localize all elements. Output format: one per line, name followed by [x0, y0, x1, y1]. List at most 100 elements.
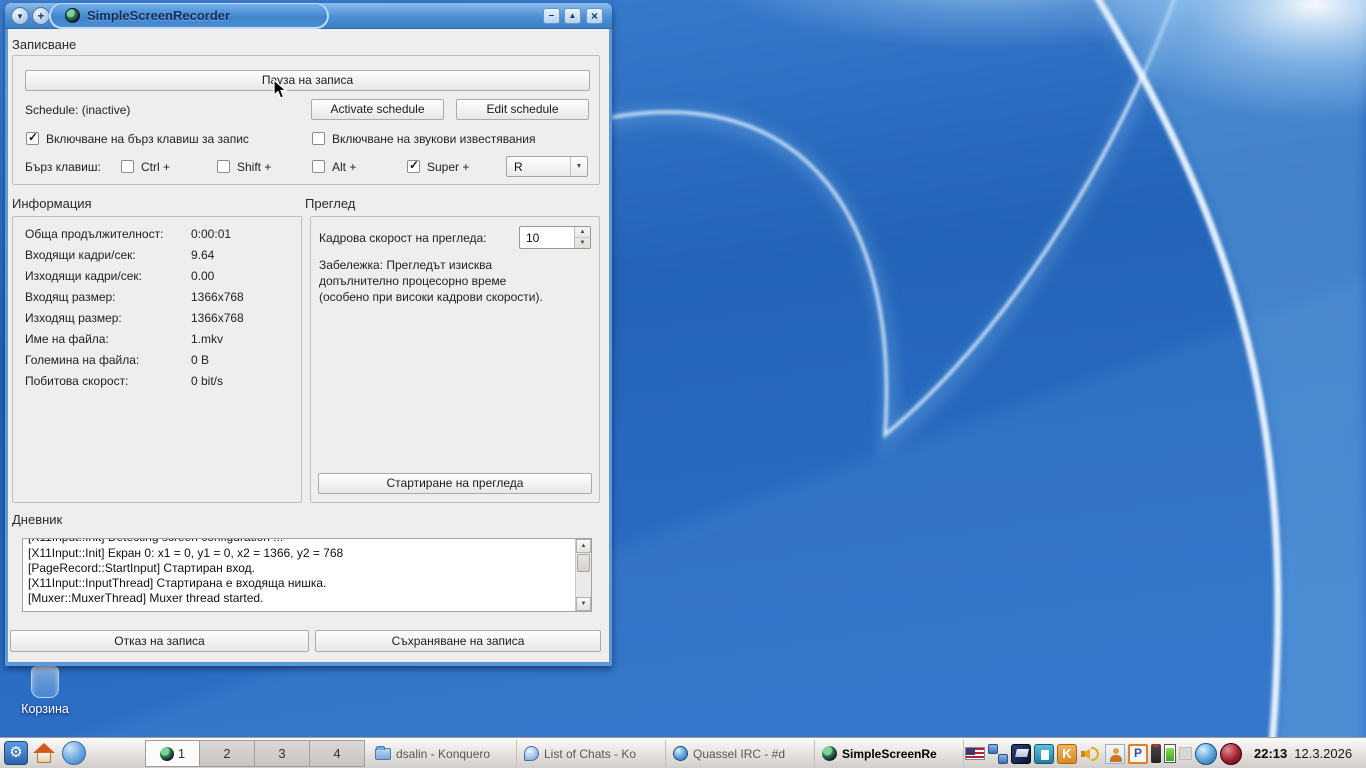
check-icon: ✓ [28, 130, 38, 144]
activate-schedule-button[interactable]: Activate schedule [311, 99, 444, 120]
info-label: Име на файла: [25, 332, 109, 346]
keyboard-layout-us-icon[interactable] [965, 747, 985, 760]
hotkey-key-combobox[interactable]: R ▼ [506, 156, 588, 177]
taskbar: ⚙ 1 2 3 4 dsalin - Konquero List of Chat… [0, 737, 1366, 768]
virtual-desktop-pager: 1 2 3 4 [145, 740, 365, 767]
log-scrollbar[interactable]: ▲ ▼ [575, 539, 591, 611]
preview-note-line: (особено при високи кадрови скорости). [319, 290, 543, 304]
battery-dark-icon[interactable] [1151, 744, 1161, 763]
close-icon: × [591, 9, 598, 23]
ctrl-label: Ctrl + [141, 160, 170, 174]
info-label: Обща продължителност: [25, 227, 163, 241]
edit-schedule-button[interactable]: Edit schedule [456, 99, 589, 120]
system-tray: K P [965, 738, 1242, 769]
task-quassel[interactable]: Quassel IRC - #d [666, 740, 815, 767]
task-konqueror[interactable]: dsalin - Konquero [368, 740, 517, 767]
information-section-title: Информация [12, 196, 92, 211]
record-indicator-icon[interactable] [1220, 743, 1242, 765]
desktop-2-cell[interactable]: 2 [200, 740, 255, 767]
preview-framerate-label: Кадрова скорост на прегледа: [319, 231, 487, 245]
super-label: Super + [427, 160, 469, 174]
cancel-recording-button[interactable]: Отказ на записа [10, 630, 309, 652]
scroll-up-button[interactable]: ▲ [576, 539, 591, 553]
plus-icon: + [37, 9, 44, 23]
inactive-tray-icon[interactable] [1179, 747, 1192, 760]
desktop-1-cell[interactable]: 1 [145, 740, 200, 767]
sound-notifications-checkbox[interactable] [312, 132, 325, 145]
terminal-icon[interactable] [1011, 744, 1031, 764]
app-icon [65, 8, 80, 23]
trash-desktop-icon[interactable]: Корзина [14, 666, 76, 716]
task-simplescreenrecorder[interactable]: SimpleScreenRe [815, 740, 964, 767]
quassel-icon [673, 746, 688, 761]
quassel-orb-icon[interactable] [1195, 743, 1217, 765]
task-chats[interactable]: List of Chats - Ko [517, 740, 666, 767]
shift-label: Shift + [237, 160, 271, 174]
check-icon: ✓ [409, 158, 419, 172]
shade-icon: ▲ [569, 11, 577, 20]
log-textarea[interactable]: [X11Input::Init] Detecting screen config… [22, 538, 592, 612]
chevron-down-icon: ▼ [16, 12, 24, 21]
chat-icon [524, 746, 539, 761]
preview-framerate-spinbox[interactable]: 10 ▲ ▼ [519, 226, 591, 249]
info-value: 0.00 [191, 269, 214, 283]
battery-green-icon[interactable] [1164, 744, 1176, 763]
shade-button[interactable]: ▲ [564, 8, 581, 24]
scroll-down-button[interactable]: ▼ [576, 597, 591, 611]
desktop-number: 1 [178, 746, 185, 761]
home-icon-body [37, 752, 51, 763]
app-icon-mini [822, 746, 837, 761]
framerate-value: 10 [526, 231, 539, 245]
preview-note-line: Забележка: Прегледът изисква [319, 258, 492, 272]
home-folder-button[interactable] [32, 741, 56, 765]
window-menu-button[interactable]: ▼ [11, 7, 29, 25]
desktop-3-cell[interactable]: 3 [255, 740, 310, 767]
log-line: [X11Input::InputThread] Стартирана е вхо… [28, 576, 326, 591]
hotkey-enable-label: Включване на бърз клавиш за запис [46, 132, 249, 146]
clipboard-icon[interactable] [1034, 744, 1054, 764]
info-label: Изходящ размер: [25, 311, 122, 325]
spin-down-button[interactable]: ▼ [575, 238, 590, 249]
shift-checkbox[interactable] [217, 160, 230, 173]
start-preview-button[interactable]: Стартиране на прегледа [318, 473, 592, 494]
alt-checkbox[interactable] [312, 160, 325, 173]
info-label: Изходящи кадри/сек: [25, 269, 142, 283]
organizer-icon[interactable]: K [1057, 744, 1077, 764]
titlebar-capsule: SimpleScreenRecorder [49, 3, 329, 29]
hotkey-key-value: R [514, 160, 523, 174]
volume-icon[interactable] [1080, 744, 1102, 764]
window-pin-button[interactable]: + [32, 7, 50, 25]
recording-section-title: Записване [12, 37, 76, 52]
info-label: Входящи кадри/сек: [25, 248, 136, 262]
taskbar-clock[interactable]: 22:13 12.3.2026 [1254, 738, 1352, 769]
hotkey-row-label: Бърз клавиш: [25, 160, 101, 174]
desktop-4-cell[interactable]: 4 [310, 740, 365, 767]
save-recording-button[interactable]: Съхраняване на записа [315, 630, 601, 652]
information-groupbox: Обща продължителност: 0:00:01 Входящи ка… [12, 216, 302, 503]
hotkey-enable-checkbox[interactable]: ✓ [26, 132, 39, 145]
task-label: Quassel IRC - #d [693, 747, 785, 761]
spin-up-button[interactable]: ▲ [575, 227, 590, 238]
preview-note-line: допълнително процесорно време [319, 274, 506, 288]
close-button[interactable]: × [586, 8, 603, 24]
trash-icon [31, 666, 59, 698]
show-desktop-button[interactable] [62, 741, 86, 765]
app-icon-mini [160, 747, 174, 761]
user-session-icon[interactable] [1105, 744, 1125, 764]
simplescreenrecorder-window: ▼ + SimpleScreenRecorder – ▲ × Записване… [5, 3, 612, 666]
network-monitor-icon[interactable] [988, 744, 1008, 764]
info-label: Побитова скорост: [25, 374, 128, 388]
window-titlebar[interactable]: ▼ + SimpleScreenRecorder – ▲ × [5, 3, 612, 29]
kmenu-button[interactable]: ⚙ [4, 741, 28, 765]
ctrl-checkbox[interactable] [121, 160, 134, 173]
recording-groupbox: Пауза на записа Schedule: (inactive) Act… [12, 55, 600, 185]
super-checkbox[interactable]: ✓ [407, 160, 420, 173]
window-content: Записване Пауза на записа Schedule: (ina… [8, 29, 609, 662]
minimize-button[interactable]: – [543, 8, 560, 24]
mouse-cursor [273, 79, 287, 100]
task-label: SimpleScreenRe [842, 747, 937, 761]
window-title: SimpleScreenRecorder [87, 8, 230, 23]
scrollbar-thumb[interactable] [577, 554, 590, 572]
pause-recording-button[interactable]: Пауза на записа [25, 70, 590, 91]
p-app-icon[interactable]: P [1128, 744, 1148, 764]
